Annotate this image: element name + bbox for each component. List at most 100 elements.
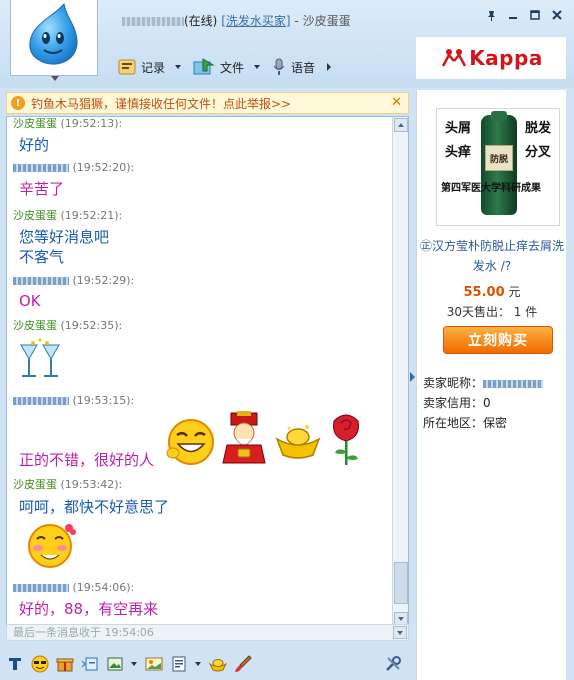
message-text: OK	[19, 292, 41, 310]
seller-nickname-masked[interactable]	[483, 379, 544, 388]
record-label: 记录	[141, 60, 166, 75]
gift-box-icon	[56, 658, 74, 672]
quick-phrase-icon	[172, 656, 186, 672]
coin-button[interactable]	[209, 655, 227, 673]
voice-button[interactable]: 语音	[272, 58, 315, 76]
avatar-dropdown-icon[interactable]	[51, 76, 59, 81]
product-image-text: 头屑	[445, 121, 472, 136]
voice-label: 语音	[291, 60, 316, 75]
chat-partner-name: 沙皮蛋蛋	[302, 14, 351, 28]
product-image-text: 头痒	[445, 145, 472, 160]
seller-nickname-row: 卖家昵称：	[423, 374, 544, 391]
file-transfer-icon	[193, 58, 215, 75]
shampoo-bottle-icon: 防脱	[481, 111, 517, 215]
product-side-panel: 头屑 脱发 头痒 分叉 防脱 第四军医大学科研成果 ㊣汉方莹朴防脱止痒去屑洗发水…	[416, 90, 566, 680]
contact-tag-link[interactable]: [洗发水买家]	[221, 14, 290, 28]
font-button[interactable]	[6, 655, 24, 673]
contact-name-masked	[122, 17, 184, 26]
message-time: (19:52:35):	[60, 319, 123, 332]
price-unit: 元	[508, 285, 521, 299]
ingot-icon	[209, 659, 227, 672]
message-time: (19:52:13):	[60, 117, 123, 130]
product-image-caption: 第四军医大学科研成果	[441, 183, 541, 194]
file-label: 文件	[220, 60, 245, 75]
microphone-icon	[273, 58, 285, 75]
message-time: (19:52:29):	[72, 274, 135, 287]
title-separator: -	[294, 14, 299, 28]
avatar[interactable]	[10, 0, 98, 76]
smiley-sunglasses-icon	[31, 655, 49, 673]
quick-reply-button[interactable]	[170, 655, 188, 673]
buy-now-button[interactable]: 立刻购买	[443, 326, 553, 354]
seller-nickname-label: 卖家昵称：	[423, 376, 484, 390]
collapse-panel-icon[interactable]	[410, 372, 415, 382]
seller-credit-row: 卖家信用：0	[423, 394, 491, 411]
scroll-thumb[interactable]	[394, 562, 408, 604]
quick-reply-dropdown-icon[interactable]	[195, 662, 201, 666]
screenshot-icon	[107, 657, 123, 671]
last-message-dropdown-button[interactable]	[393, 626, 407, 639]
message-time: (19:54:06):	[72, 581, 135, 594]
paint-button[interactable]	[234, 655, 252, 673]
water-drop-avatar-icon	[29, 2, 78, 65]
sender-name: 沙皮蛋蛋	[13, 319, 57, 332]
emoticon-button[interactable]	[31, 655, 49, 673]
self-name-masked	[13, 397, 69, 405]
paint-brush-icon	[235, 655, 252, 672]
laughing-face-emoticon-icon	[166, 419, 214, 465]
security-warning-bar[interactable]: ! 钓鱼木马猖獗，谨慎接收任何文件！点此举报>> ✕	[6, 92, 409, 114]
last-message-bar: 最后一条消息收于 19:54:06	[6, 624, 409, 641]
god-of-wealth-emoticon-icon	[222, 411, 266, 464]
screenshot-button[interactable]	[106, 655, 124, 673]
message-header: 沙皮蛋蛋 (19:52:35):	[13, 317, 122, 333]
sender-name: 沙皮蛋蛋	[13, 117, 57, 130]
message-text: 好的	[19, 136, 50, 154]
message-text: 您等好消息吧	[19, 228, 110, 246]
message-header: 沙皮蛋蛋 (19:53:42):	[13, 476, 122, 492]
screenshot-dropdown-icon[interactable]	[131, 662, 137, 666]
chat-scrollbar[interactable]	[392, 117, 408, 627]
message-text: 呵呵，都快不好意思了	[19, 498, 170, 516]
shake-window-button[interactable]	[81, 655, 99, 673]
product-title-link[interactable]: ㊣汉方莹朴防脱止痒去屑洗发水 /?	[417, 236, 567, 276]
pin-icon[interactable]	[484, 8, 498, 22]
scroll-up-button[interactable]	[394, 118, 408, 132]
record-dropdown-icon[interactable]	[175, 65, 182, 69]
seller-region-value: 保密	[483, 416, 508, 430]
message-header: (19:54:06):	[13, 581, 134, 594]
more-tools-icon[interactable]	[327, 63, 332, 71]
warning-close-icon[interactable]: ✕	[391, 95, 402, 110]
gift-button[interactable]	[56, 655, 74, 673]
message-header: 沙皮蛋蛋 (19:52:21):	[13, 207, 122, 223]
close-icon[interactable]	[550, 8, 564, 22]
ad-brand-text: Kappa	[469, 46, 543, 70]
top-toolbar: 记录 文件 语音	[118, 58, 332, 76]
send-image-button[interactable]	[145, 655, 163, 673]
product-image[interactable]: 头屑 脱发 头痒 分叉 防脱 第四军医大学科研成果	[436, 108, 560, 226]
warning-text[interactable]: 钓鱼木马猖獗，谨慎接收任何文件！点此举报>>	[31, 95, 291, 112]
price-value: 55.00	[463, 285, 505, 300]
input-toolbar	[6, 651, 409, 677]
message-header: (19:52:29):	[13, 274, 134, 287]
kappa-ad-banner[interactable]: Kappa	[416, 37, 566, 79]
picture-icon	[145, 657, 163, 671]
contact-status: (在线)	[184, 14, 218, 28]
window-controls	[484, 8, 564, 22]
product-image-text: 分叉	[525, 145, 552, 160]
message-time: (19:52:21):	[60, 209, 123, 222]
last-message-text: 最后一条消息收于 19:54:06	[13, 626, 154, 639]
chat-history[interactable]: 沙皮蛋蛋 (19:52:13): 好的 (19:52:20): 辛苦了 沙皮蛋蛋…	[6, 116, 409, 628]
file-dropdown-icon[interactable]	[254, 65, 261, 69]
seller-credit-value: 0	[483, 396, 491, 410]
gold-ingot-emoticon-icon	[275, 425, 321, 459]
self-name-masked	[13, 277, 69, 285]
font-icon	[9, 658, 21, 670]
sender-name: 沙皮蛋蛋	[13, 209, 57, 222]
seller-region-label: 所在地区：	[423, 416, 484, 430]
message-time: (19:52:20):	[72, 161, 135, 174]
minimize-icon[interactable]	[506, 8, 520, 22]
settings-button[interactable]	[384, 655, 402, 673]
maximize-icon[interactable]	[528, 8, 542, 22]
record-button[interactable]: 记录	[118, 59, 182, 76]
file-button[interactable]: 文件	[193, 58, 261, 76]
